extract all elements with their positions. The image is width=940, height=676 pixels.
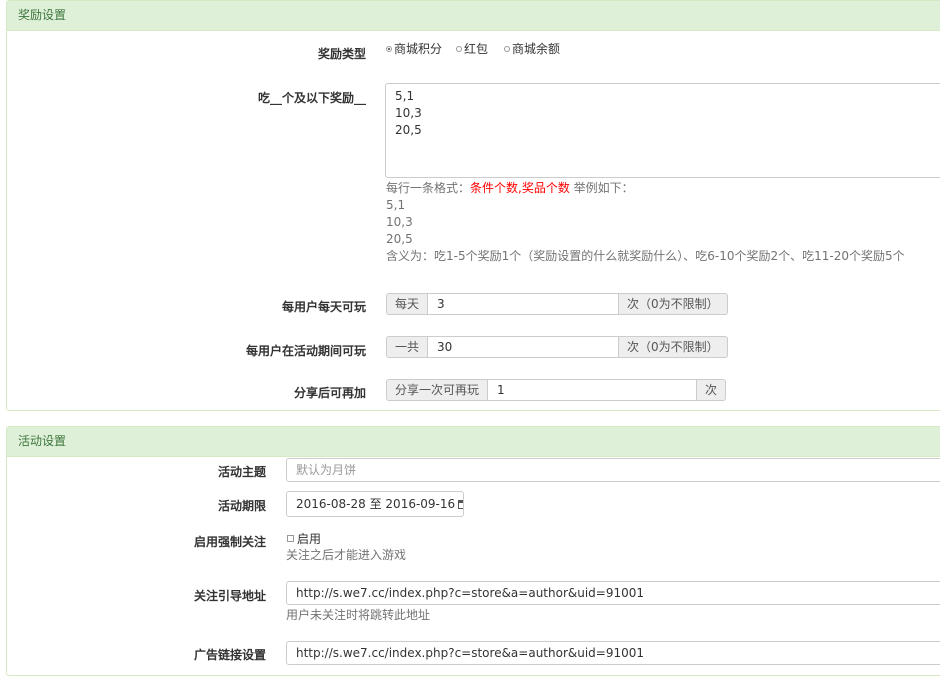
theme-label: 活动主题 bbox=[217, 465, 266, 479]
date-range-picker[interactable]: 2016-08-28 至 2016-09-16 bbox=[286, 491, 464, 517]
period-limit-group: 一共 30 次（0为不限制） bbox=[386, 336, 728, 358]
daily-limit-prefix: 每天 bbox=[386, 293, 428, 315]
help-example-line: 20,5 bbox=[386, 232, 413, 246]
force-follow-label: 启用强制关注 bbox=[193, 535, 266, 549]
date-start: 2016-08-28 bbox=[296, 497, 366, 511]
radio-unchecked-icon bbox=[504, 45, 510, 52]
daily-limit-input[interactable]: 3 bbox=[427, 293, 620, 315]
checkbox-unchecked-icon bbox=[287, 535, 294, 542]
follow-url-help: 用户未关注时将跳转此地址 bbox=[286, 608, 431, 622]
help-example-line: 10,3 bbox=[386, 215, 413, 229]
help-format-red: 条件个数,奖品个数 bbox=[470, 181, 570, 195]
force-follow-help: 关注之后才能进入游戏 bbox=[286, 548, 407, 562]
eat-reward-label: 吃__个及以下奖励__ bbox=[257, 91, 366, 105]
follow-url-label: 关注引导地址 bbox=[193, 589, 266, 603]
help-example-line: 5,1 bbox=[386, 198, 406, 212]
share-extra-prefix: 分享一次可再玩 bbox=[386, 379, 488, 401]
share-extra-label: 分享后可再加 bbox=[293, 386, 366, 400]
reward-type-label: 奖励类型 bbox=[317, 47, 366, 61]
period-limit-prefix: 一共 bbox=[386, 336, 428, 358]
daily-limit-label: 每用户每天可玩 bbox=[281, 300, 366, 314]
date-separator: 至 bbox=[369, 497, 382, 511]
period-limit-label: 每用户在活动期间可玩 bbox=[245, 344, 366, 358]
ad-link-label: 广告链接设置 bbox=[193, 648, 266, 662]
eat-reward-help-format: 每行一条格式：条件个数,奖品个数 举例如下： bbox=[386, 180, 634, 197]
radio-unchecked-icon bbox=[456, 45, 462, 52]
period-limit-input[interactable]: 30 bbox=[427, 336, 620, 358]
radio-checked-icon bbox=[386, 45, 392, 52]
activity-settings-title: 活动设置 bbox=[7, 427, 940, 457]
period-label: 活动期限 bbox=[217, 499, 266, 513]
radio-mall-balance[interactable]: 商城余额 bbox=[504, 40, 560, 57]
share-extra-group: 分享一次可再玩 1 次 bbox=[386, 379, 727, 401]
theme-input[interactable]: 默认为月饼 bbox=[286, 458, 940, 482]
period-limit-suffix: 次（0为不限制） bbox=[619, 336, 728, 358]
radio-mall-points-label: 商城积分 bbox=[394, 42, 443, 56]
ad-link-input[interactable]: http://s.we7.cc/index.php?c=store&a=auth… bbox=[286, 641, 940, 665]
radio-mall-points[interactable]: 商城积分 bbox=[386, 40, 442, 57]
radio-mall-balance-label: 商城余额 bbox=[512, 42, 561, 56]
share-extra-suffix: 次 bbox=[697, 379, 727, 401]
force-follow-checkbox-label: 启用 bbox=[297, 532, 322, 546]
calendar-icon bbox=[458, 500, 463, 509]
daily-limit-group: 每天 3 次（0为不限制） bbox=[386, 293, 728, 315]
help-format-suffix: 举例如下： bbox=[569, 181, 634, 195]
help-format-prefix: 每行一条格式： bbox=[386, 181, 471, 195]
reward-settings-title: 奖励设置 bbox=[7, 1, 940, 31]
radio-red-packet[interactable]: 红包 bbox=[456, 40, 488, 57]
follow-url-input[interactable]: http://s.we7.cc/index.php?c=store&a=auth… bbox=[286, 581, 940, 605]
date-end: 2016-09-16 bbox=[385, 497, 456, 511]
help-meaning: 含义为：吃1-5个奖励1个（奖励设置的什么就奖励什么）、吃6-10个奖励2个、吃… bbox=[386, 249, 905, 263]
eat-reward-textarea[interactable]: 5,1 10,3 20,5 bbox=[385, 83, 940, 178]
daily-limit-suffix: 次（0为不限制） bbox=[619, 293, 728, 315]
radio-red-packet-label: 红包 bbox=[464, 42, 489, 56]
share-extra-input[interactable]: 1 bbox=[487, 379, 698, 401]
force-follow-checkbox[interactable]: 启用 bbox=[287, 530, 321, 547]
